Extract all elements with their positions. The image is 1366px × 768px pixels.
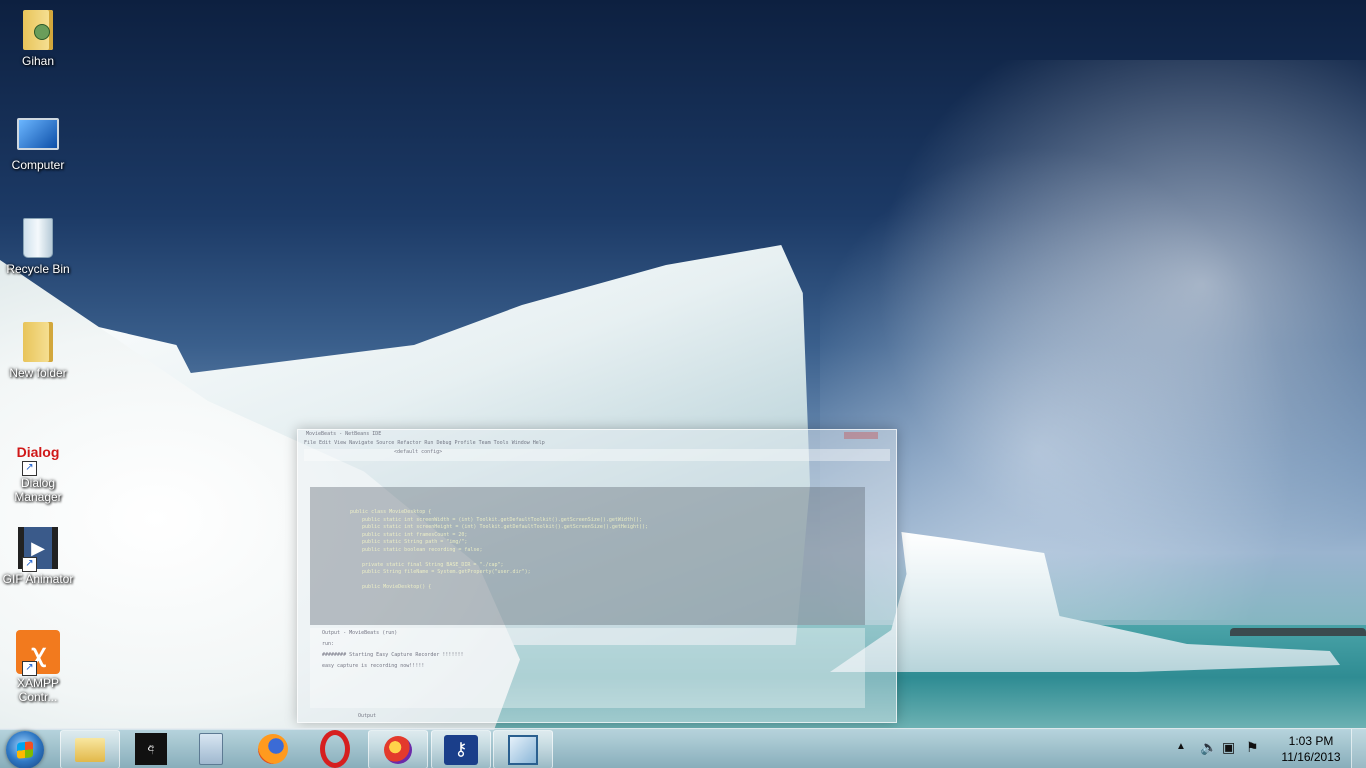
output-line: ######## Starting Easy Capture Recorder … xyxy=(322,652,464,658)
code-line: public class MovieDesktop { xyxy=(350,509,432,515)
action-center-icon[interactable]: ⚑ xyxy=(1246,739,1259,756)
icon-label: New folder xyxy=(9,366,67,380)
ide-toolbar[interactable]: <default config> xyxy=(304,449,890,461)
recycle-bin-icon xyxy=(16,216,60,260)
folder-icon xyxy=(16,320,60,364)
code-line: public static int screenWidth = (int) To… xyxy=(350,516,642,523)
taskbar-windows-explorer[interactable] xyxy=(60,730,120,768)
desktop-icon-dialog-manager[interactable]: Dialog ↗ Dialog Manager xyxy=(0,430,76,504)
start-button[interactable] xyxy=(6,731,44,768)
icon-label: XAMPP Contr... xyxy=(16,676,59,704)
taskbar-firefox[interactable] xyxy=(244,730,302,767)
output-line: run: xyxy=(322,641,335,647)
desktop-icon-gihan[interactable]: Gihan xyxy=(0,8,76,68)
firefox-icon xyxy=(258,733,288,764)
code-line: private static final String BASE_DIR = "… xyxy=(350,561,504,568)
output-panel[interactable]: Output - MovieBeats (run) run: ######## … xyxy=(310,628,865,708)
output-line: easy capture is recording now!!!!! xyxy=(322,663,425,669)
dialog-logo: Dialog xyxy=(16,444,60,460)
key-icon: ⚷ xyxy=(444,734,478,765)
code-line: public static int screenHeight = (int) T… xyxy=(350,524,649,530)
config-select[interactable]: <default config> xyxy=(394,449,442,455)
browser-icon xyxy=(384,735,412,764)
distant-land xyxy=(1230,628,1366,636)
font-app-icon: අ xyxy=(135,732,167,765)
folder-icon xyxy=(75,737,105,762)
taskbar-calculator[interactable] xyxy=(182,730,240,767)
show-desktop-button[interactable] xyxy=(1351,729,1366,768)
taskbar-virtualbox[interactable] xyxy=(493,730,553,768)
icon-label: Computer xyxy=(11,158,65,172)
show-hidden-icons-icon[interactable]: ▲ xyxy=(1176,741,1186,752)
network-icon[interactable]: ▣ xyxy=(1222,739,1235,756)
dialog-manager-icon: Dialog ↗ xyxy=(16,430,60,476)
gif-animator-icon: ▶ ↗ xyxy=(16,526,60,572)
taskbar-opera[interactable] xyxy=(306,729,364,768)
desktop-icon-recycle-bin[interactable]: Recycle Bin xyxy=(0,216,76,276)
code-line: public static boolean recording = false; xyxy=(350,546,483,553)
icon-label: Dialog Manager xyxy=(14,476,62,504)
icon-label: Recycle Bin xyxy=(6,262,70,276)
windows-logo-icon xyxy=(17,741,33,759)
computer-icon xyxy=(16,112,60,156)
clock-time: 1:03 PM xyxy=(1288,734,1334,748)
code-line: public static String path = "img/"; xyxy=(350,539,468,545)
code-line: public MovieDesktop() { xyxy=(350,584,432,590)
code-line: public String fileName = System.getPrope… xyxy=(350,569,531,575)
netbeans-window[interactable]: MovieBeats - NetBeans IDE File Edit View… xyxy=(297,429,897,723)
code-line: public static int framesCount = 20; xyxy=(350,531,468,538)
window-title: MovieBeats - NetBeans IDE xyxy=(306,431,382,437)
calculator-icon xyxy=(199,732,223,765)
system-tray: ▲ 🔈 ▣ ⚑ 1:03 PM 11/16/2013 xyxy=(1176,729,1366,768)
taskbar: අ ⚷ ▲ 🔈 ▣ ⚑ 1:03 PM 11/16/2013 xyxy=(0,728,1366,768)
shortcut-arrow-icon: ↗ xyxy=(22,661,37,676)
desktop-icon-xampp[interactable]: ꭓ ↗ XAMPP Contr... xyxy=(0,630,76,704)
taskbar-iskoola-madhura[interactable]: අ xyxy=(122,730,180,767)
clock[interactable]: 1:03 PM 11/16/2013 xyxy=(1276,733,1346,765)
opera-icon xyxy=(320,729,350,768)
icon-label: GIF Animator xyxy=(2,572,74,586)
desktop-icon-gif-animator[interactable]: ▶ ↗ GIF Animator xyxy=(0,526,76,586)
window-controls[interactable] xyxy=(844,432,878,439)
desktop-icon-computer[interactable]: Computer xyxy=(0,112,76,172)
shortcut-arrow-icon: ↗ xyxy=(22,557,37,572)
taskbar-keypass[interactable]: ⚷ xyxy=(431,730,491,768)
code-editor[interactable]: public class MovieDesktop { public stati… xyxy=(310,487,865,625)
volume-icon[interactable]: 🔈 xyxy=(1200,739,1217,756)
xampp-icon: ꭓ ↗ xyxy=(16,630,60,676)
cube-icon xyxy=(508,734,538,765)
desktop-icon-new-folder[interactable]: New folder xyxy=(0,320,76,380)
clock-date: 11/16/2013 xyxy=(1281,750,1341,764)
taskbar-firefox-aurora[interactable] xyxy=(368,730,428,768)
output-tab[interactable]: Output xyxy=(358,713,376,719)
menu-bar[interactable]: File Edit View Navigate Source Refactor … xyxy=(298,439,896,447)
output-title: Output - MovieBeats (run) xyxy=(322,630,398,636)
icon-label: Gihan xyxy=(21,54,55,68)
user-folder-icon xyxy=(16,8,60,52)
shortcut-arrow-icon: ↗ xyxy=(22,461,37,476)
